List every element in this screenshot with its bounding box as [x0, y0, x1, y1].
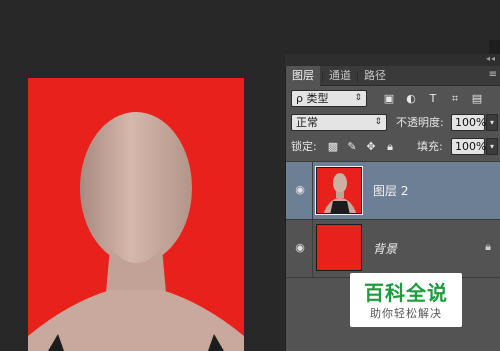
filter-row: ρ 类型 ⇕ ▣ ◐ T ⌗ ▤: [286, 90, 500, 110]
layer-name[interactable]: 图层 2: [373, 182, 408, 199]
filter-kind-label: ρ 类型: [296, 92, 329, 105]
smart-object-filter-icon[interactable]: ▤: [470, 92, 484, 106]
chevron-updown-icon: ⇕: [354, 93, 362, 103]
layer-thumbnail[interactable]: [316, 224, 362, 271]
image-filter-icon[interactable]: ▣: [382, 92, 396, 106]
fill-label: 填充:: [417, 140, 443, 153]
opacity-arrow-icon[interactable]: ▾: [486, 114, 498, 131]
watermark-logo: 百科全说 助你轻松解决: [350, 273, 462, 327]
mannequin-image: [28, 112, 244, 351]
lock-icon: 🔒︎: [485, 240, 491, 253]
fill-arrow-icon[interactable]: ▾: [486, 138, 498, 155]
panel-menu-icon[interactable]: ≡: [489, 69, 497, 80]
lock-label: 锁定:: [291, 140, 317, 153]
blend-row: 正常 ⇕ 不透明度: 100% ▾: [286, 114, 500, 134]
watermark-title: 百科全说: [364, 281, 448, 305]
layer-row-background[interactable]: ◉ 背景 🔒︎: [286, 220, 500, 277]
tab-layers[interactable]: 图层: [286, 66, 320, 86]
lock-position-icon[interactable]: ✥: [364, 140, 378, 154]
canvas-area[interactable]: [0, 0, 284, 351]
watermark-subtitle: 助你轻松解决: [370, 307, 442, 320]
lock-all-icon[interactable]: 🔒︎: [383, 140, 397, 154]
fill-input[interactable]: 100%: [451, 138, 486, 155]
tab-paths[interactable]: 路径: [358, 66, 392, 86]
panel-collapse-bar[interactable]: ◂◂: [285, 54, 500, 66]
lock-transparent-icon[interactable]: ▩: [326, 140, 340, 154]
panel-edge: [489, 40, 500, 54]
layer-name[interactable]: 背景: [373, 240, 397, 257]
layer-row-layer-2[interactable]: ◉ 图层 2: [286, 162, 500, 219]
layer-thumbnail[interactable]: [315, 166, 363, 215]
layer-thumbnail-image: [317, 168, 361, 213]
eye-icon[interactable]: ◉: [292, 183, 308, 197]
opacity-input[interactable]: 100%: [451, 114, 486, 131]
lock-image-icon[interactable]: ✎: [345, 140, 359, 154]
chevron-updown-icon: ⇕: [374, 117, 382, 127]
adjustment-filter-icon[interactable]: ◐: [404, 92, 418, 106]
collapse-icon[interactable]: ◂◂: [486, 54, 496, 63]
blend-mode-value: 正常: [296, 116, 318, 129]
shape-filter-icon[interactable]: ⌗: [448, 92, 462, 106]
opacity-label: 不透明度:: [396, 116, 444, 129]
filter-kind-select[interactable]: ρ 类型 ⇕: [291, 90, 367, 107]
tab-channels[interactable]: 通道: [323, 66, 357, 86]
eye-icon[interactable]: ◉: [292, 241, 308, 255]
type-filter-icon[interactable]: T: [426, 92, 440, 106]
document-canvas[interactable]: [28, 78, 244, 351]
panel-tabs: 图层 通道 路径 ≡: [286, 66, 500, 86]
lock-row: 锁定: ▩ ✎ ✥ 🔒︎ 填充: 100% ▾: [286, 138, 500, 158]
blend-mode-select[interactable]: 正常 ⇕: [291, 114, 387, 131]
